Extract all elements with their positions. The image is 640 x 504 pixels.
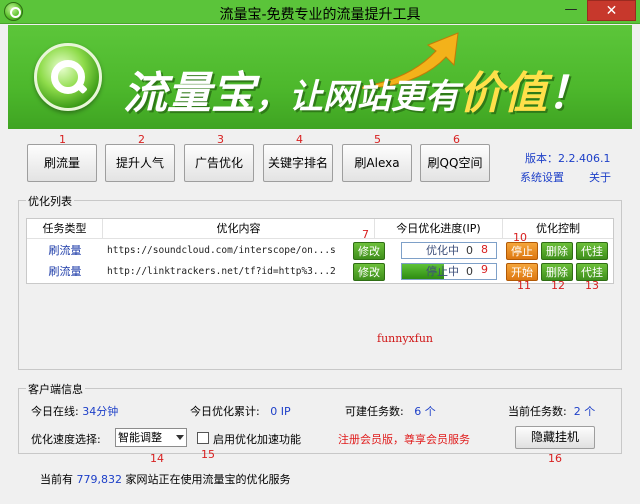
total-label: 今日优化累计: <box>190 405 260 418</box>
annotation-8: 8 <box>481 243 488 256</box>
col-header-type: 任务类型 <box>27 219 103 239</box>
accel-checkbox[interactable] <box>197 432 209 444</box>
annotation-10: 10 <box>513 231 527 244</box>
footer-count: 779,832 <box>76 473 123 486</box>
online-time: 今日在线: 34分钟 <box>31 403 118 419</box>
annotation-14: 14 <box>150 452 164 465</box>
row1-type: 刷流量 <box>48 244 82 257</box>
can-build-label: 可建任务数: <box>345 405 404 418</box>
banner: 流量宝，让网站更有价值！ <box>8 25 632 129</box>
settings-link[interactable]: 系统设置 <box>520 169 564 185</box>
row1-edit-button[interactable]: 修改 <box>353 242 385 260</box>
row1-delete-button[interactable]: 删除 <box>541 242 573 260</box>
speed-select[interactable]: 智能调整 <box>115 428 187 447</box>
annotation-16: 16 <box>548 452 562 465</box>
banner-slogan: 流量宝，让网站更有价值！ <box>123 57 591 121</box>
can-build-value: 6 个 <box>414 405 436 418</box>
current-value: 2 个 <box>573 405 596 418</box>
optimize-list-title: 优化列表 <box>26 193 74 209</box>
row1-url: https://soundcloud.com/interscope/on...s <box>107 245 336 256</box>
footer-prefix: 当前有 <box>40 473 73 486</box>
speed-label: 优化速度选择: <box>31 433 101 446</box>
about-link[interactable]: 关于 <box>589 169 611 185</box>
annotation-12: 12 <box>551 279 565 292</box>
speed-select-value: 智能调整 <box>118 431 162 444</box>
row2-count: 0 <box>466 265 473 278</box>
col-header-content: 优化内容 <box>103 219 375 239</box>
annotation-13: 13 <box>585 279 599 292</box>
boost-popularity-button[interactable]: 提升人气 <box>105 144 175 182</box>
current-label: 当前任务数: <box>508 405 567 418</box>
window-title: 流量宝-免费专业的流量提升工具 <box>219 7 421 23</box>
annotation-15: 15 <box>201 448 215 461</box>
row1-hosting-button[interactable]: 代挂 <box>576 242 608 260</box>
slogan-brand: 流量宝 <box>123 68 255 119</box>
annotation-9: 9 <box>481 263 488 276</box>
row2-url: http://linktrackers.net/tf?id=http%3...2 <box>107 266 336 277</box>
member-link[interactable]: 注册会员版，尊享会员服务 <box>338 431 470 447</box>
annotation-11: 11 <box>517 279 531 292</box>
ad-optimize-button[interactable]: 广告优化 <box>184 144 254 182</box>
slogan-value: 价值 <box>459 68 547 119</box>
brush-traffic-button[interactable]: 刷流量 <box>27 144 97 182</box>
row1-stop-button[interactable]: 停止 <box>506 242 538 260</box>
online-label: 今日在线: <box>31 405 79 418</box>
client-info-title: 客户端信息 <box>26 381 85 397</box>
can-build-tasks: 可建任务数: 6 个 <box>345 403 436 419</box>
version-label: 版本：2.2.406.1 <box>525 152 611 165</box>
slogan-middle: 让网站更有 <box>289 77 459 117</box>
minimize-button[interactable]: — <box>558 0 584 21</box>
col-header-progress: 今日优化进度(IP) <box>375 219 503 239</box>
annotation-7: 7 <box>362 228 369 241</box>
footer-suffix: 家网站正在使用流量宝的优化服务 <box>125 473 291 486</box>
chevron-down-icon <box>176 435 184 440</box>
close-button[interactable]: ✕ <box>587 0 636 21</box>
row1-count: 0 <box>466 244 473 257</box>
title-bar: 流量宝-免费专业的流量提升工具 — ✕ <box>0 0 640 24</box>
row2-type: 刷流量 <box>48 265 82 278</box>
online-value: 34分钟 <box>82 405 119 418</box>
alexa-button[interactable]: 刷Alexa <box>342 144 412 182</box>
slogan-exclaim: ！ <box>547 68 591 119</box>
watermark-text: funnyxfun <box>377 332 433 345</box>
slogan-comma: ， <box>255 77 289 117</box>
accel-label: 启用优化加速功能 <box>213 433 301 446</box>
hide-hosting-button[interactable]: 隐藏挂机 <box>515 426 595 449</box>
total-optimized: 今日优化累计: 0 IP <box>190 403 291 419</box>
footer-status: 当前有 779,832 家网站正在使用流量宝的优化服务 <box>40 471 291 487</box>
keyword-rank-button[interactable]: 关键字排名 <box>263 144 333 182</box>
qq-space-button[interactable]: 刷QQ空间 <box>420 144 490 182</box>
total-value: 0 IP <box>270 405 291 418</box>
task-table: 任务类型 优化内容 今日优化进度(IP) 优化控制 刷流量 https://so… <box>26 218 614 284</box>
current-tasks: 当前任务数: 2 个 <box>508 403 595 419</box>
banner-logo-icon <box>34 43 102 111</box>
row2-edit-button[interactable]: 修改 <box>353 263 385 281</box>
